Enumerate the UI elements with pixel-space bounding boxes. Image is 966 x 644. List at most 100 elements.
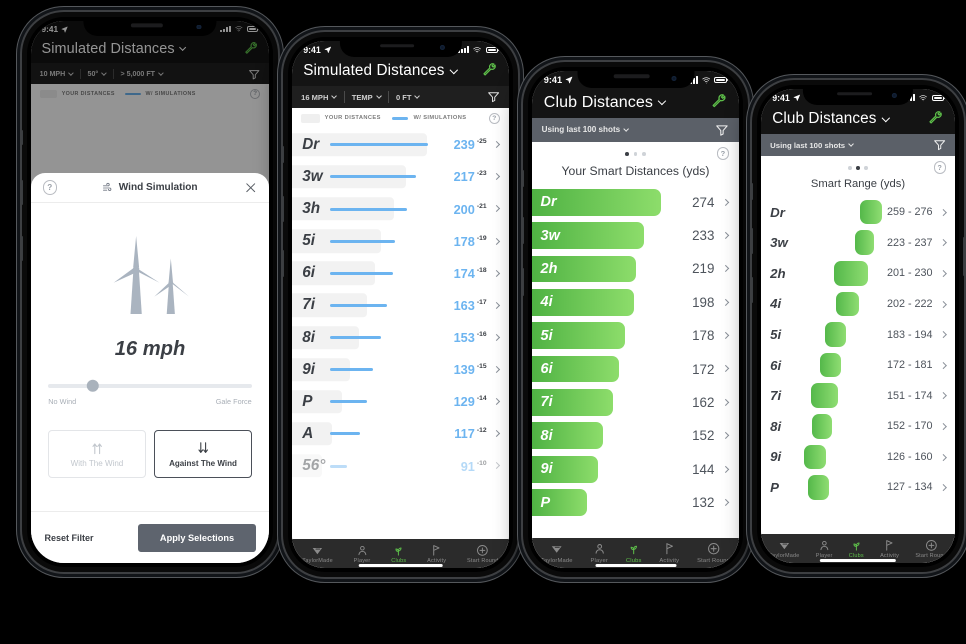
table-row[interactable]: 8i 152 [532,419,739,452]
tab-clubs[interactable]: Clubs [626,542,642,564]
table-row[interactable]: 6i 172 [532,352,739,385]
table-row[interactable]: 2h 201 - 230 [761,258,955,289]
chevron-right-icon[interactable] [940,361,947,369]
mute-switch[interactable] [283,146,284,163]
table-row[interactable]: P 129 -14 [292,385,509,418]
mute-switch[interactable] [752,183,753,200]
reset-filter-button[interactable]: Reset Filter [44,533,93,543]
chevron-right-icon[interactable] [721,265,730,273]
filter-chip-0-ft[interactable]: 0 FT [396,93,421,102]
chevron-right-icon[interactable] [492,141,500,149]
table-row[interactable]: Dr 239 -25 [292,128,509,161]
chevron-right-icon[interactable] [721,432,730,440]
funnel-icon[interactable] [933,138,946,151]
tab-start-round[interactable]: Start Round [467,544,499,564]
chevron-right-icon[interactable] [940,422,947,430]
power-button[interactable] [517,206,518,246]
page-dot-active[interactable] [856,166,860,170]
wind-direction-against[interactable]: Against The Wind [154,430,252,479]
table-row[interactable]: 7i 162 [532,386,739,419]
tab-clubs[interactable]: Clubs [849,539,864,559]
chevron-right-icon[interactable] [721,498,730,507]
table-row[interactable]: 9i 144 [532,453,739,486]
tab-activity[interactable]: Activity [880,539,899,559]
volume-up-button[interactable] [283,195,284,223]
tab-player[interactable]: Player [354,544,371,564]
slider-knob[interactable] [86,379,100,393]
chevron-right-icon[interactable] [492,333,500,342]
wrench-icon[interactable] [481,62,497,78]
header-title-group[interactable]: Simulated Distances [303,62,458,80]
chevron-right-icon[interactable] [940,331,947,338]
table-row[interactable]: P 132 [532,486,739,519]
wind-direction-with[interactable]: With The Wind [48,430,146,479]
table-row[interactable]: 6i 174 -18 [292,257,509,290]
chevron-right-icon[interactable] [940,484,947,491]
table-row[interactable]: 3w 223 - 237 [761,227,955,258]
shots-filter-chip[interactable]: Using last 100 shots [542,125,630,134]
table-row[interactable]: 5i 178 -19 [292,225,509,258]
help-button[interactable]: ? [488,112,500,125]
chevron-right-icon[interactable] [721,198,730,206]
chevron-right-icon[interactable] [492,462,500,470]
chevron-right-icon[interactable] [940,239,947,247]
page-dot[interactable] [848,166,853,170]
chevron-right-icon[interactable] [492,398,500,406]
chevron-right-icon[interactable] [492,269,500,277]
table-row[interactable]: 8i 153 -16 [292,321,509,354]
table-row[interactable]: 56° 91 -10 [292,449,509,483]
volume-down-button[interactable] [22,236,23,261]
table-row[interactable]: P 127 - 134 [761,472,955,503]
table-row[interactable]: Dr 274 [532,186,739,219]
chevron-right-icon[interactable] [940,392,947,400]
filter-chip-temp[interactable]: TEMP [352,93,382,102]
volume-up-button[interactable] [752,227,753,255]
tab-activity[interactable]: Activity [427,544,446,564]
tab-taylormade[interactable]: TaylorMade [541,542,573,564]
chevron-right-icon[interactable] [492,430,500,438]
funnel-icon[interactable] [487,90,500,103]
table-row[interactable]: 5i 183 - 194 [761,319,955,350]
chevron-right-icon[interactable] [721,465,730,473]
chevron-right-icon[interactable] [492,366,500,374]
volume-down-button[interactable] [523,268,524,296]
page-dot-active[interactable] [625,151,630,156]
table-row[interactable]: A 117 -12 [292,417,509,450]
page-dot[interactable] [863,166,868,170]
volume-down-button[interactable] [283,250,284,277]
power-button[interactable] [963,237,964,277]
power-button[interactable] [747,226,748,268]
chevron-right-icon[interactable] [492,301,500,309]
tab-start-round[interactable]: Start Round [915,539,947,559]
chevron-right-icon[interactable] [940,269,947,277]
header-title-group[interactable]: Club Distances [772,110,890,128]
table-row[interactable]: 3w 233 [532,219,739,252]
volume-up-button[interactable] [22,180,23,205]
mute-switch[interactable] [22,129,23,145]
table-row[interactable]: 2h 219 [532,252,739,285]
chevron-right-icon[interactable] [492,237,500,245]
tab-clubs[interactable]: Clubs [391,544,406,564]
help-button[interactable]: ? [716,146,730,160]
funnel-icon[interactable] [715,123,729,137]
chevron-right-icon[interactable] [492,173,500,181]
home-indicator[interactable] [595,563,676,567]
table-row[interactable]: 3w 217 -23 [292,160,509,193]
filter-chip-16-mph[interactable]: 16 MPH [301,93,338,102]
wrench-icon[interactable] [710,93,727,110]
mute-switch[interactable] [523,170,524,188]
chevron-right-icon[interactable] [940,300,947,308]
apply-selections-button[interactable]: Apply Selections [138,523,256,552]
chevron-right-icon[interactable] [940,208,947,216]
tab-player[interactable]: Player [591,542,609,564]
home-indicator[interactable] [358,563,443,567]
home-indicator[interactable] [819,558,897,562]
table-row[interactable]: 7i 163 -17 [292,289,509,322]
chevron-right-icon[interactable] [721,331,730,340]
volume-up-button[interactable] [523,216,524,245]
table-row[interactable]: 4i 198 [532,286,739,319]
help-button[interactable]: ? [933,161,946,174]
volume-down-button[interactable] [752,276,753,304]
table-row[interactable]: 9i 126 - 160 [761,442,955,473]
power-button[interactable] [277,191,278,228]
